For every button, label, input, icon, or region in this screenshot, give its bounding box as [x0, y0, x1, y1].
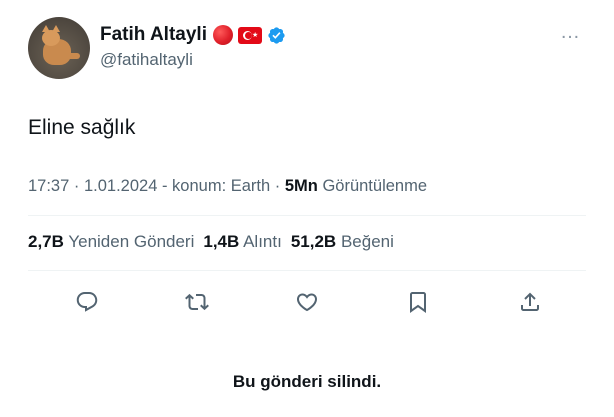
author-name-row: Fatih Altayli ★	[100, 22, 286, 48]
share-icon	[521, 292, 539, 311]
meta-separator: ·	[270, 177, 285, 195]
more-options-icon[interactable]: …	[560, 22, 581, 42]
reply-button[interactable]	[72, 287, 102, 317]
author-display-name[interactable]: Fatih Altayli	[100, 24, 207, 46]
turkey-flag-icon: ★	[237, 26, 262, 44]
likes-label[interactable]: Beğeni	[341, 232, 394, 251]
share-button[interactable]	[515, 287, 545, 317]
likes-count[interactable]: 51,2B	[291, 232, 336, 251]
repost-button[interactable]	[182, 287, 212, 317]
tweet-date[interactable]: 1.01.2024	[84, 177, 157, 195]
divider	[28, 270, 586, 271]
reposts-count[interactable]: 2,7B	[28, 232, 64, 251]
reply-icon	[76, 292, 98, 312]
red-circle-icon	[212, 25, 233, 45]
reposts-label[interactable]: Yeniden Gönderi	[68, 232, 194, 251]
meta-separator: ·	[69, 177, 84, 195]
verified-badge-icon	[268, 26, 285, 44]
views-count: 5Mn	[284, 177, 318, 195]
bookmark-icon	[410, 292, 426, 313]
tweet-text: Eline sağlık	[28, 116, 136, 139]
like-button[interactable]	[292, 287, 322, 317]
tweet-meta: 17:37 · 1.01.2024 - konum: Earth · 5Mn G…	[28, 177, 427, 196]
views-label: Görüntülenme	[322, 177, 428, 195]
meta-separator: -	[157, 177, 173, 195]
quotes-count[interactable]: 1,4B	[203, 232, 239, 251]
like-icon	[296, 293, 318, 312]
tweet-card: Fatih Altayli ★ @fatihaltayli … Eline sa…	[0, 0, 614, 417]
deleted-notice: Bu gönderi silindi.	[232, 372, 382, 391]
tweet-time[interactable]: 17:37	[28, 177, 69, 195]
quotes-label[interactable]: Alıntı	[243, 232, 282, 251]
divider	[28, 215, 586, 216]
engagement-stats: 2,7B Yeniden Gönderi 1,4B Alıntı 51,2B Beğ…	[28, 232, 403, 252]
action-bar	[0, 287, 614, 317]
repost-icon	[185, 293, 209, 311]
tweet-location: konum: Earth	[172, 177, 271, 195]
bookmark-button[interactable]	[403, 287, 433, 317]
avatar[interactable]	[28, 17, 90, 79]
author-handle[interactable]: @fatihaltayli	[100, 50, 193, 70]
